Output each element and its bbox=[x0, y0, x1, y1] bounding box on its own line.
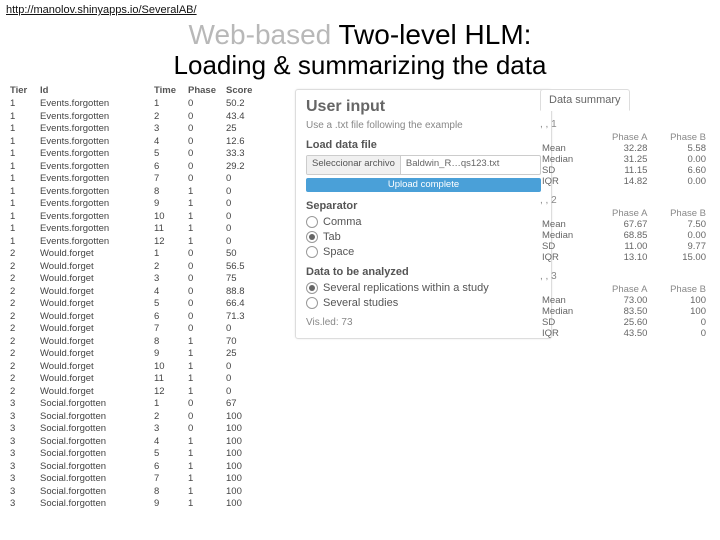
radio-icon bbox=[306, 246, 318, 258]
radio-icon bbox=[306, 231, 318, 243]
data-table: TierIdTimePhaseScore 1Events.forgotten10… bbox=[10, 85, 295, 511]
table-row: 2Would.forget1110 bbox=[10, 373, 295, 386]
table-row: 2Would.forget6071.3 bbox=[10, 311, 295, 324]
table-row: 2Would.forget1010 bbox=[10, 361, 295, 374]
table-row: 3Social.forgotten51100 bbox=[10, 448, 295, 461]
chosen-file-name: Baldwin_R…qs123.txt bbox=[401, 156, 540, 174]
table-row: 2Would.forget1050 bbox=[10, 248, 295, 261]
radio-icon bbox=[306, 282, 318, 294]
analyze-label: Data to be analyzed bbox=[306, 266, 541, 278]
table-row: 3Social.forgotten61100 bbox=[10, 461, 295, 474]
table-row: 1Events.forgotten1050.2 bbox=[10, 98, 295, 111]
visited-count: Vis.led: 73 bbox=[306, 317, 541, 328]
table-row: 3Social.forgotten30100 bbox=[10, 423, 295, 436]
page-url[interactable]: http://manolov.shinyapps.io/SeveralAB/ bbox=[0, 0, 720, 18]
panel-heading: User input bbox=[306, 98, 541, 116]
table-row: 3Social.forgotten91100 bbox=[10, 498, 295, 511]
load-file-label: Load data file bbox=[306, 139, 541, 151]
separator-label: Separator bbox=[306, 200, 541, 212]
table-row: 3Social.forgotten20100 bbox=[10, 411, 295, 424]
table-row: 1Events.forgotten910 bbox=[10, 198, 295, 211]
upload-progress: Upload complete bbox=[306, 178, 541, 192]
analyze-option[interactable]: Several studies bbox=[306, 297, 541, 309]
radio-icon bbox=[306, 216, 318, 228]
table-row: 1Events.forgotten1110 bbox=[10, 223, 295, 236]
table-row: 1Events.forgotten700 bbox=[10, 173, 295, 186]
file-chooser[interactable]: Seleccionar archivo Baldwin_R…qs123.txt bbox=[306, 155, 541, 175]
table-row: 3Social.forgotten81100 bbox=[10, 486, 295, 499]
tab-data-summary[interactable]: Data summary bbox=[540, 89, 630, 111]
table-row: 2Would.forget2056.5 bbox=[10, 261, 295, 274]
data-summary-panel: Data summary , , 1Phase APhase BMean32.2… bbox=[540, 89, 708, 339]
panel-hint: Use a .txt file following the example bbox=[306, 120, 541, 131]
table-row: 3Social.forgotten41100 bbox=[10, 436, 295, 449]
table-row: 2Would.forget3075 bbox=[10, 273, 295, 286]
table-row: 1Events.forgotten1210 bbox=[10, 236, 295, 249]
separator-option[interactable]: Space bbox=[306, 246, 541, 258]
table-row: 1Events.forgotten1010 bbox=[10, 211, 295, 224]
table-row: 1Events.forgotten5033.3 bbox=[10, 148, 295, 161]
choose-file-button[interactable]: Seleccionar archivo bbox=[307, 156, 401, 174]
table-row: 1Events.forgotten6029.2 bbox=[10, 161, 295, 174]
summary-group: , , 2Phase APhase BMean67.677.50Median68… bbox=[540, 195, 708, 263]
table-row: 2Would.forget700 bbox=[10, 323, 295, 336]
table-row: 2Would.forget8170 bbox=[10, 336, 295, 349]
page-title: Web-based Two-level HLM: Loading & summa… bbox=[0, 20, 720, 79]
table-row: 2Would.forget9125 bbox=[10, 348, 295, 361]
separator-option[interactable]: Comma bbox=[306, 216, 541, 228]
table-row: 3Social.forgotten71100 bbox=[10, 473, 295, 486]
summary-group: , , 3Phase APhase BMean73.00100Median83.… bbox=[540, 271, 708, 339]
table-row: 1Events.forgotten2043.4 bbox=[10, 111, 295, 124]
analyze-option[interactable]: Several replications within a study bbox=[306, 282, 541, 294]
radio-icon bbox=[306, 297, 318, 309]
table-row: 3Social.forgotten1067 bbox=[10, 398, 295, 411]
user-input-panel: User input Use a .txt file following the… bbox=[295, 89, 552, 339]
table-row: 1Events.forgotten4012.6 bbox=[10, 136, 295, 149]
table-row: 1Events.forgotten810 bbox=[10, 186, 295, 199]
separator-option[interactable]: Tab bbox=[306, 231, 541, 243]
table-row: 2Would.forget5066.4 bbox=[10, 298, 295, 311]
table-row: 1Events.forgotten3025 bbox=[10, 123, 295, 136]
table-row: 2Would.forget4088.8 bbox=[10, 286, 295, 299]
table-row: 2Would.forget1210 bbox=[10, 386, 295, 399]
summary-group: , , 1Phase APhase BMean32.285.58Median31… bbox=[540, 119, 708, 187]
